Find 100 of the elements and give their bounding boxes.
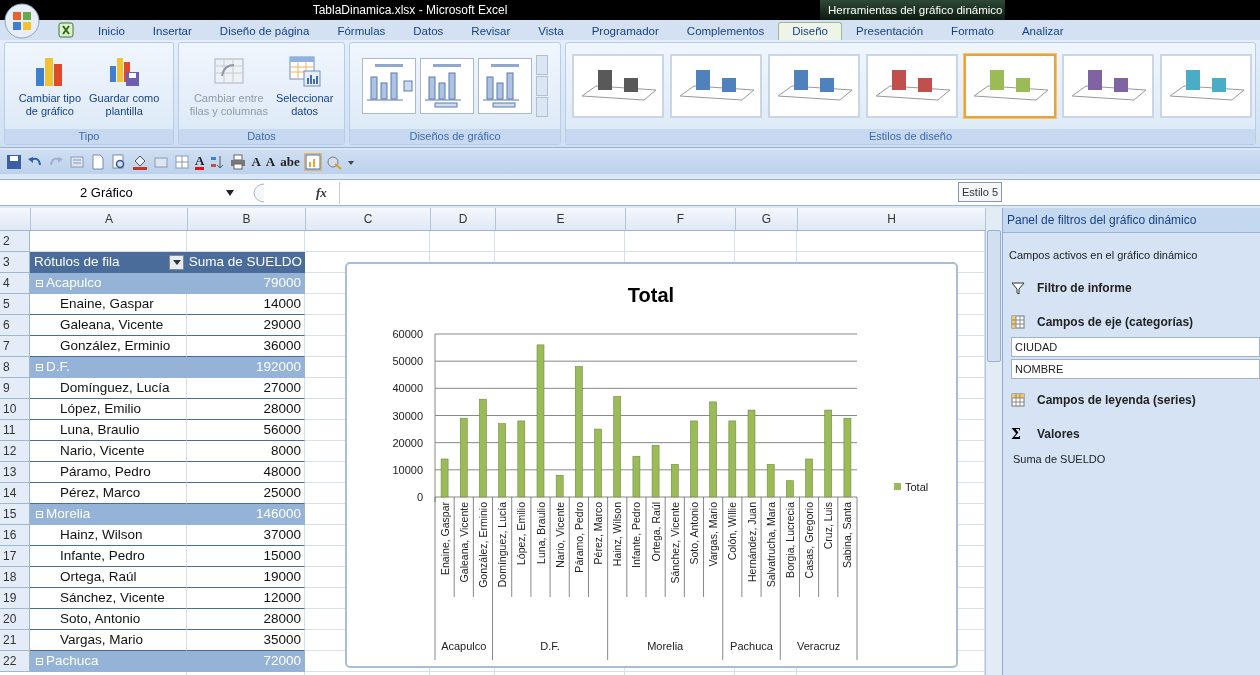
- row-header[interactable]: 13: [0, 462, 30, 483]
- chart-style-thumbnail[interactable]: [670, 54, 762, 118]
- column-header[interactable]: E: [495, 208, 625, 230]
- chart-icon[interactable]: [304, 154, 321, 170]
- ribbon-tab[interactable]: Complementos: [672, 22, 779, 40]
- font-size-button[interactable]: abe: [280, 154, 300, 170]
- field-item[interactable]: Suma de SUELDO: [1003, 447, 1260, 471]
- row-header[interactable]: 6: [0, 315, 30, 336]
- row-header[interactable]: 11: [0, 420, 30, 441]
- bar[interactable]: [786, 480, 794, 498]
- ribbon-button[interactable]: Guardar como plantilla: [87, 52, 162, 120]
- font-color-button[interactable]: A: [195, 154, 205, 170]
- font-size-button[interactable]: A: [251, 154, 261, 170]
- ribbon-tab[interactable]: Analizar: [1007, 22, 1078, 40]
- row-header[interactable]: 4: [0, 273, 30, 294]
- column-header[interactable]: C: [305, 208, 430, 230]
- field-item[interactable]: CIUDAD: [1011, 337, 1260, 357]
- filter-dropdown-button[interactable]: [169, 254, 184, 270]
- form-icon[interactable]: [69, 154, 85, 170]
- bar[interactable]: [517, 420, 526, 498]
- bar[interactable]: [613, 396, 622, 498]
- bar[interactable]: [690, 420, 698, 498]
- ribbon-tab[interactable]: Diseño de página: [205, 22, 324, 40]
- column-header[interactable]: F: [625, 208, 735, 230]
- printer-icon[interactable]: [230, 154, 247, 170]
- row-header[interactable]: 19: [0, 588, 30, 609]
- bar[interactable]: [498, 423, 506, 498]
- bar[interactable]: [747, 409, 756, 498]
- ribbon-button[interactable]: Seleccionar datos: [273, 52, 336, 120]
- chart-area[interactable]: [345, 262, 958, 668]
- bar[interactable]: [824, 409, 833, 498]
- column-header[interactable]: B: [187, 208, 305, 230]
- bar[interactable]: [728, 420, 737, 498]
- ribbon-tab[interactable]: Formato: [937, 22, 1008, 40]
- row-header[interactable]: 15: [0, 504, 30, 525]
- bar[interactable]: [805, 458, 813, 498]
- row-header[interactable]: 7: [0, 336, 30, 357]
- ribbon-tab[interactable]: Programador: [577, 22, 673, 40]
- document-icon[interactable]: [90, 154, 106, 170]
- ribbon-tab[interactable]: Datos: [399, 22, 458, 40]
- ribbon-tab[interactable]: Vista: [524, 22, 578, 40]
- row-header[interactable]: 16: [0, 525, 30, 546]
- chart-style-thumbnail[interactable]: [964, 54, 1056, 118]
- row-header[interactable]: 14: [0, 483, 30, 504]
- collapse-icon[interactable]: [36, 510, 43, 518]
- ribbon-tab[interactable]: Diseño: [778, 22, 842, 40]
- save-icon[interactable]: [6, 154, 22, 170]
- chart-layout-thumbnail[interactable]: [420, 58, 474, 114]
- chart-style-thumbnail[interactable]: [768, 54, 860, 118]
- spreadsheet-icon[interactable]: [58, 22, 74, 38]
- column-header[interactable]: A: [30, 208, 187, 230]
- chart-style-thumbnail[interactable]: [1062, 54, 1154, 118]
- bar[interactable]: [459, 417, 468, 498]
- column-header[interactable]: D: [430, 208, 495, 230]
- bar[interactable]: [479, 398, 487, 498]
- row-header[interactable]: 20: [0, 609, 30, 630]
- bar[interactable]: [670, 464, 679, 498]
- bar[interactable]: [440, 458, 449, 498]
- chart-style-thumbnail[interactable]: [866, 54, 958, 118]
- bar[interactable]: [575, 366, 583, 498]
- row-header[interactable]: 9: [0, 378, 30, 399]
- row-header[interactable]: 5: [0, 294, 30, 315]
- row-header[interactable]: 3: [0, 252, 30, 273]
- bar[interactable]: [766, 464, 775, 498]
- shape-icon[interactable]: [153, 154, 169, 170]
- bar[interactable]: [632, 455, 641, 498]
- collapse-icon[interactable]: [36, 363, 43, 371]
- ribbon-tab[interactable]: Revisar: [457, 22, 525, 40]
- ribbon-button[interactable]: Cambiar tipo de gráfico: [16, 52, 83, 120]
- collapse-icon[interactable]: [36, 657, 43, 665]
- row-header[interactable]: 22: [0, 651, 30, 672]
- gallery-scroll-bar[interactable]: [536, 55, 548, 117]
- row-header[interactable]: 10: [0, 399, 30, 420]
- row-header[interactable]: 2: [0, 231, 30, 252]
- magnifier-page-icon[interactable]: [111, 154, 127, 170]
- ribbon-tab[interactable]: Presentación: [842, 22, 938, 40]
- scroll-bar[interactable]: [985, 208, 1002, 675]
- row-header[interactable]: 21: [0, 630, 30, 651]
- chart-style-thumbnail[interactable]: [1160, 54, 1252, 118]
- font-size-button[interactable]: A: [265, 154, 276, 170]
- name-box[interactable]: 2 Gráfico: [10, 181, 240, 204]
- row-header[interactable]: 18: [0, 567, 30, 588]
- chart-style-thumbnail[interactable]: [572, 54, 664, 118]
- sort-icon[interactable]: [209, 154, 226, 170]
- row-header[interactable]: 8: [0, 357, 30, 378]
- insert-function-button[interactable]: fx: [316, 184, 327, 201]
- column-header[interactable]: G: [735, 208, 797, 230]
- bar[interactable]: [651, 445, 660, 498]
- collapse-icon[interactable]: [36, 279, 43, 287]
- paint-bucket-icon[interactable]: [132, 154, 148, 170]
- grid-icon[interactable]: [174, 154, 190, 170]
- row-header[interactable]: 12: [0, 441, 30, 462]
- field-item[interactable]: NOMBRE: [1011, 359, 1260, 379]
- bar[interactable]: [594, 428, 602, 498]
- chart-layout-thumbnail[interactable]: [478, 58, 532, 114]
- bar[interactable]: [843, 417, 852, 498]
- ribbon-tab[interactable]: Fórmulas: [323, 22, 400, 40]
- bar[interactable]: [555, 474, 564, 498]
- bar[interactable]: [709, 401, 717, 498]
- ribbon-tab[interactable]: Insertar: [138, 22, 206, 40]
